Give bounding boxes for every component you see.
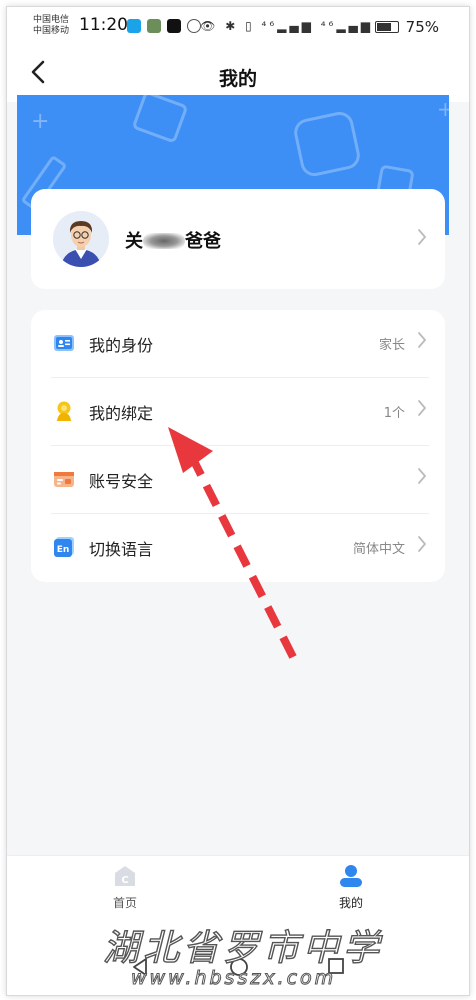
annotation-arrow: [168, 427, 297, 659]
phone-screen: 中国电信 中国移动 11:20 👁 ✱ ▯ ⁴⁶▂▄▆ ⁴⁶▂▄▆ 75% 我的…: [6, 6, 470, 996]
